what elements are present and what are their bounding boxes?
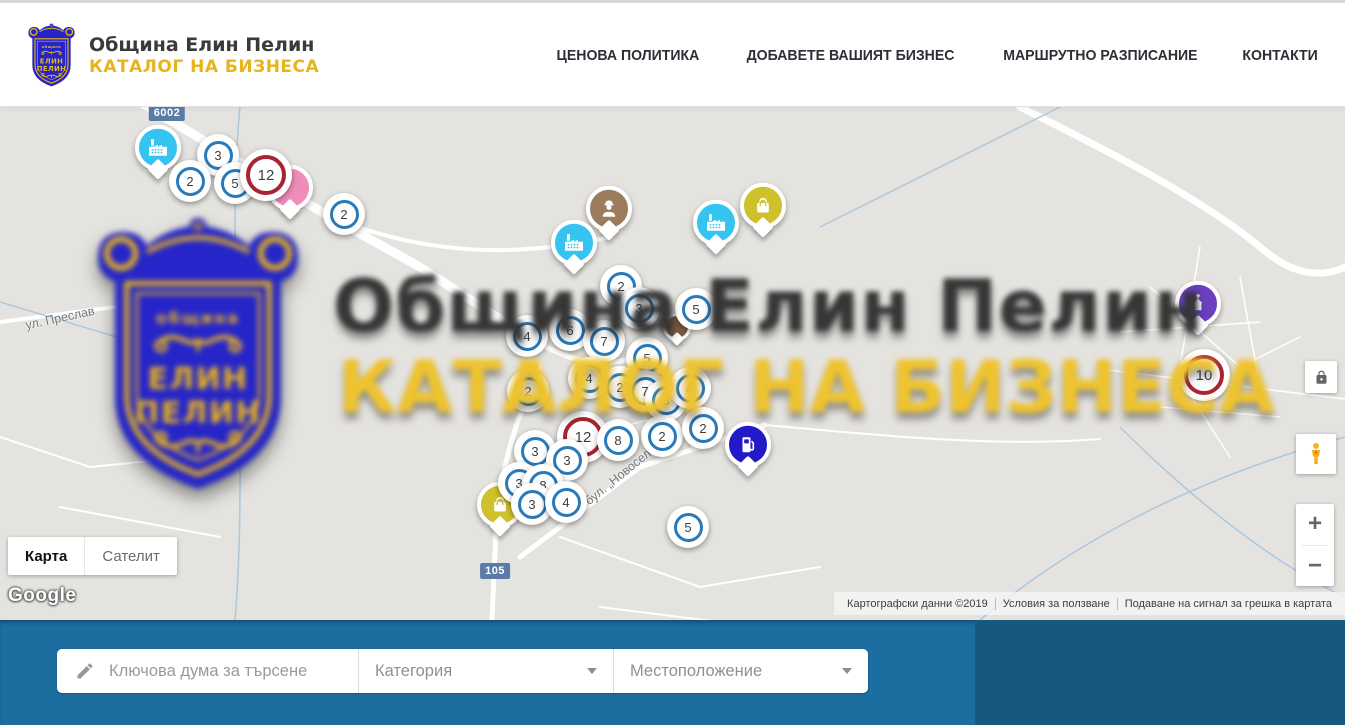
map-cluster[interactable]: 5 bbox=[667, 506, 709, 548]
location-select-value: Местоположение bbox=[630, 662, 762, 681]
map-cluster[interactable]: 5 bbox=[675, 288, 717, 330]
cluster-count: 2 bbox=[330, 200, 359, 229]
factory-marker[interactable] bbox=[135, 125, 181, 171]
cluster-count: 7 bbox=[590, 327, 619, 356]
lock-button[interactable] bbox=[1305, 361, 1337, 393]
zoom-in-button[interactable]: + bbox=[1296, 504, 1334, 545]
keyword-field-wrap bbox=[57, 649, 358, 693]
map-cluster[interactable]: 4 bbox=[506, 315, 548, 357]
cluster-count: 8 bbox=[604, 426, 633, 455]
cluster-count: 4 bbox=[676, 374, 705, 403]
map-type-control: Карта Сателит bbox=[8, 537, 177, 575]
cluster-count: 6 bbox=[556, 316, 585, 345]
fuel-marker[interactable] bbox=[725, 422, 771, 468]
site-header: Община Елин Пелин КАТАЛОГ НА БИЗНЕСА ЦЕН… bbox=[0, 0, 1345, 107]
map-attribution: Картографски данни ©2019 Условия за полз… bbox=[834, 592, 1345, 615]
cluster-count: 2 bbox=[689, 414, 718, 443]
church-marker[interactable] bbox=[1175, 281, 1221, 327]
map-type-satellite-button[interactable]: Сателит bbox=[84, 537, 177, 575]
map-cluster[interactable]: 3 bbox=[618, 287, 660, 329]
nav-item-pricing[interactable]: ЦЕНОВА ПОЛИТИКА bbox=[557, 47, 700, 64]
church-icon bbox=[1186, 292, 1210, 316]
map-cluster[interactable]: 2 bbox=[169, 160, 211, 202]
nav-item-route-schedule[interactable]: МАРШРУТНО РАЗПИСАНИЕ bbox=[1003, 47, 1197, 64]
category-select[interactable]: Категория bbox=[358, 649, 613, 693]
map-cluster[interactable]: 10 bbox=[1178, 349, 1230, 401]
cluster-count: 4 bbox=[513, 322, 542, 351]
cluster-count: 4 bbox=[552, 488, 581, 517]
factory-icon bbox=[562, 231, 586, 255]
map-cluster[interactable]: 12 bbox=[240, 149, 292, 201]
cluster-count: 2 bbox=[514, 377, 543, 406]
attribution-copyright: Картографски данни ©2019 bbox=[840, 598, 995, 610]
category-select-value: Категория bbox=[375, 662, 452, 681]
map-cluster[interactable]: 4 bbox=[669, 367, 711, 409]
map-type-map-button[interactable]: Карта bbox=[8, 537, 84, 575]
factory-marker[interactable] bbox=[551, 220, 597, 266]
attribution-report-link[interactable]: Подаване на сигнал за грешка в картата bbox=[1117, 598, 1339, 610]
chevron-down-icon bbox=[842, 668, 852, 674]
road-badge: 6002 bbox=[149, 107, 185, 121]
zoom-control: + − bbox=[1296, 504, 1334, 586]
attribution-terms-link[interactable]: Условия за ползване bbox=[995, 598, 1117, 610]
map-cluster[interactable]: 8 bbox=[597, 419, 639, 461]
map-cluster[interactable]: 7 bbox=[583, 320, 625, 362]
google-logo[interactable]: Google bbox=[8, 585, 76, 607]
site-logo[interactable]: Община Елин Пелин КАТАЛОГ НА БИЗНЕСА bbox=[25, 23, 319, 89]
cluster-count: 3 bbox=[625, 294, 654, 323]
pegman-button[interactable] bbox=[1296, 434, 1336, 474]
search-bar: Категория Местоположение ТЪРСЕНЕ bbox=[0, 620, 1345, 725]
site-subtitle: КАТАЛОГ НА БИЗНЕСА bbox=[89, 57, 319, 77]
municipality-crest-icon bbox=[25, 23, 78, 89]
nav-item-add-business[interactable]: ДОБАВЕТЕ ВАШИЯТ БИЗНЕС bbox=[747, 47, 955, 64]
cluster-count: 5 bbox=[674, 513, 703, 542]
fuel-pump-icon bbox=[736, 433, 760, 457]
map-cluster[interactable]: 2 bbox=[682, 407, 724, 449]
cluster-count: 12 bbox=[246, 155, 286, 195]
pegman-icon bbox=[1303, 441, 1329, 467]
main-nav: ЦЕНОВА ПОЛИТИКА ДОБАВЕТЕ ВАШИЯТ БИЗНЕС М… bbox=[552, 3, 1320, 107]
cluster-count: 2 bbox=[648, 422, 677, 451]
nav-item-contacts[interactable]: КОНТАКТИ bbox=[1242, 47, 1317, 64]
cluster-count: 2 bbox=[176, 167, 205, 196]
map-cluster[interactable]: 4 bbox=[545, 481, 587, 523]
search-bar-dark-panel bbox=[975, 620, 1345, 725]
factory-marker[interactable] bbox=[693, 200, 739, 246]
keyword-search-input[interactable] bbox=[107, 661, 358, 682]
cluster-count: 5 bbox=[633, 344, 662, 373]
zoom-out-button[interactable]: − bbox=[1296, 546, 1334, 587]
search-box: Категория Местоположение bbox=[57, 649, 868, 693]
page: Община Елин Пелин КАТАЛОГ НА БИЗНЕСА ЦЕН… bbox=[0, 0, 1345, 725]
map-cluster[interactable]: 2 bbox=[507, 370, 549, 412]
chevron-down-icon bbox=[587, 668, 597, 674]
cluster-count: 3 bbox=[518, 490, 547, 519]
shopping-bag-icon bbox=[751, 194, 775, 218]
location-select[interactable]: Местоположение bbox=[613, 649, 868, 693]
map-cluster[interactable]: 2 bbox=[323, 193, 365, 235]
pencil-icon bbox=[75, 661, 95, 681]
cluster-count: 10 bbox=[1184, 355, 1224, 395]
site-title: Община Елин Пелин bbox=[89, 34, 319, 57]
lock-icon bbox=[1314, 370, 1329, 385]
map-cluster[interactable]: 2 bbox=[641, 415, 683, 457]
worker-marker[interactable] bbox=[586, 186, 632, 232]
shopping-bag-marker[interactable] bbox=[740, 183, 786, 229]
worker-icon bbox=[597, 197, 621, 221]
factory-icon bbox=[146, 136, 170, 160]
cluster-count: 5 bbox=[682, 295, 711, 324]
factory-icon bbox=[704, 211, 728, 235]
road-badge: 105 bbox=[480, 563, 510, 579]
